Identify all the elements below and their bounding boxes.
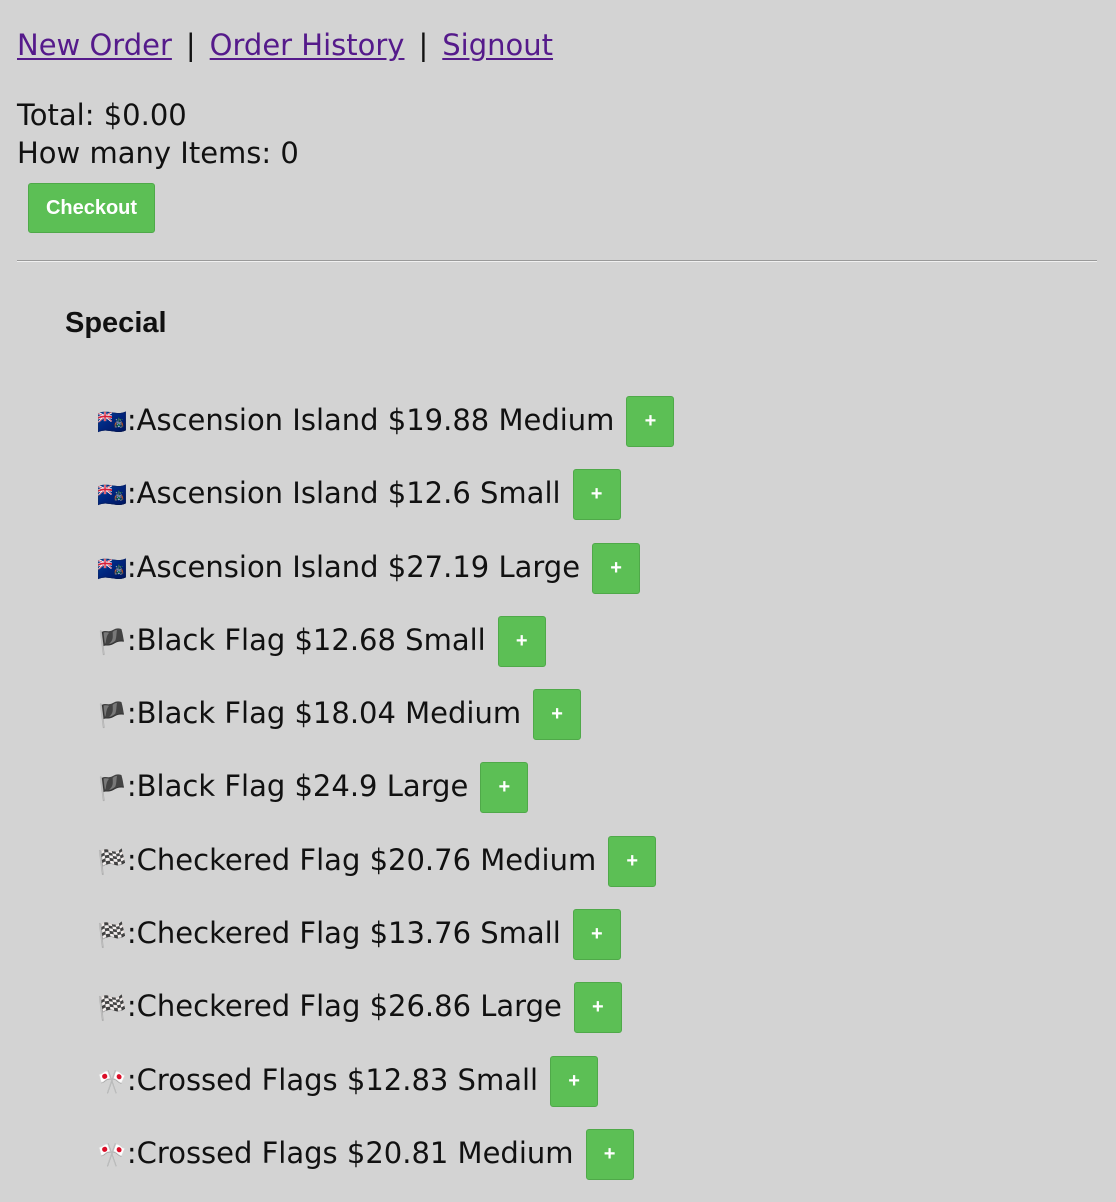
checkout-button[interactable]: Checkout <box>28 183 155 233</box>
list-item: 🎌:Crossed Flags $20.81 Medium + <box>97 1128 674 1202</box>
add-item-button[interactable]: + <box>572 909 621 961</box>
new-order-link[interactable]: New Order <box>17 28 172 62</box>
ascension-flag-icon: 🇦🇨 <box>97 408 127 436</box>
item-label: 🏁:Checkered Flag $13.76 Small <box>97 909 561 959</box>
item-label: 🏁:Checkered Flag $26.86 Large <box>97 982 562 1032</box>
section-title: Special <box>65 307 167 339</box>
item-label: 🏴:Black Flag $18.04 Medium <box>97 689 521 739</box>
divider <box>17 260 1097 262</box>
list-item: 🏁:Checkered Flag $20.76 Medium + <box>97 835 674 909</box>
crossed-flags-icon: 🎌 <box>97 1067 127 1096</box>
nav-separator: | <box>185 28 196 62</box>
item-description: :Ascension Island $19.88 Medium <box>126 403 615 437</box>
add-item-button[interactable]: + <box>585 1128 634 1180</box>
product-list: 🇦🇨:Ascension Island $19.88 Medium + 🇦🇨:A… <box>97 396 675 1202</box>
add-item-button[interactable]: + <box>497 615 546 667</box>
order-history-link[interactable]: Order History <box>210 28 405 62</box>
list-item: 🎌:Crossed Flags $12.83 Small + <box>97 1055 674 1129</box>
crossed-flags-icon: 🎌 <box>97 1140 127 1169</box>
list-item: 🏴:Black Flag $24.9 Large + <box>97 762 674 835</box>
add-item-button[interactable]: + <box>533 689 582 741</box>
list-item: 🏁:Checkered Flag $26.86 Large + <box>97 982 674 1055</box>
add-item-button[interactable]: + <box>572 469 621 521</box>
list-item: 🇦🇨:Ascension Island $19.88 Medium + <box>97 396 675 469</box>
list-item: 🇦🇨:Ascension Island $27.19 Large + <box>97 542 674 616</box>
nav-separator: | <box>418 28 429 62</box>
item-label: 🇦🇨:Ascension Island $19.88 Medium <box>97 396 614 446</box>
order-summary: Total: $0.00 How many Items: 0 <box>17 96 299 172</box>
item-label: 🇦🇨:Ascension Island $12.6 Small <box>97 469 561 519</box>
item-label: 🏴:Black Flag $12.68 Small <box>97 616 486 666</box>
item-label: 🎌:Crossed Flags $12.83 Small <box>97 1056 538 1106</box>
item-label: 🏁:Checkered Flag $20.76 Medium <box>97 836 596 886</box>
add-item-button[interactable]: + <box>550 1055 599 1107</box>
item-description: :Checkered Flag $26.86 Large <box>126 989 562 1024</box>
item-description: :Black Flag $18.04 Medium <box>126 696 522 731</box>
item-description: :Black Flag $12.68 Small <box>126 622 486 657</box>
black-flag-icon: 🏴 <box>97 774 127 803</box>
signout-link[interactable]: Signout <box>442 28 553 62</box>
add-item-button[interactable]: + <box>480 762 529 814</box>
item-description: :Checkered Flag $20.76 Medium <box>126 842 597 877</box>
item-description: :Ascension Island $12.6 Small <box>126 476 561 511</box>
total-text: Total: $0.00 <box>17 98 187 132</box>
list-item: 🏴:Black Flag $12.68 Small + <box>97 615 674 689</box>
top-nav: New Order | Order History | Signout <box>17 22 553 68</box>
add-item-button[interactable]: + <box>608 835 657 887</box>
list-item: 🏴:Black Flag $18.04 Medium + <box>97 689 674 762</box>
checkered-flag-icon: 🏁 <box>97 994 127 1023</box>
ascension-flag-icon: 🇦🇨 <box>97 554 127 583</box>
black-flag-icon: 🏴 <box>97 627 127 656</box>
items-count-text: How many Items: 0 <box>17 136 299 170</box>
add-item-button[interactable]: + <box>626 396 675 447</box>
black-flag-icon: 🏴 <box>97 701 127 730</box>
item-label: 🏴:Black Flag $24.9 Large <box>97 762 468 812</box>
list-item: 🇦🇨:Ascension Island $12.6 Small + <box>97 469 674 542</box>
item-description: :Crossed Flags $20.81 Medium <box>126 1135 574 1170</box>
ascension-flag-icon: 🇦🇨 <box>97 481 127 510</box>
checkered-flag-icon: 🏁 <box>97 847 127 876</box>
item-description: :Checkered Flag $13.76 Small <box>126 916 561 951</box>
page: New Order | Order History | Signout Total: $… <box>0 0 1116 1196</box>
list-item: 🏁:Checkered Flag $13.76 Small + <box>97 909 674 982</box>
item-label: 🇦🇨:Ascension Island $27.19 Large <box>97 543 580 593</box>
checkered-flag-icon: 🏁 <box>97 921 127 950</box>
item-description: :Ascension Island $27.19 Large <box>126 549 581 584</box>
item-label: 🎌:Crossed Flags $20.81 Medium <box>97 1129 574 1179</box>
item-description: :Crossed Flags $12.83 Small <box>126 1062 539 1097</box>
item-description: :Black Flag $24.9 Large <box>126 769 469 804</box>
add-item-button[interactable]: + <box>592 542 641 594</box>
add-item-button[interactable]: + <box>573 982 622 1034</box>
